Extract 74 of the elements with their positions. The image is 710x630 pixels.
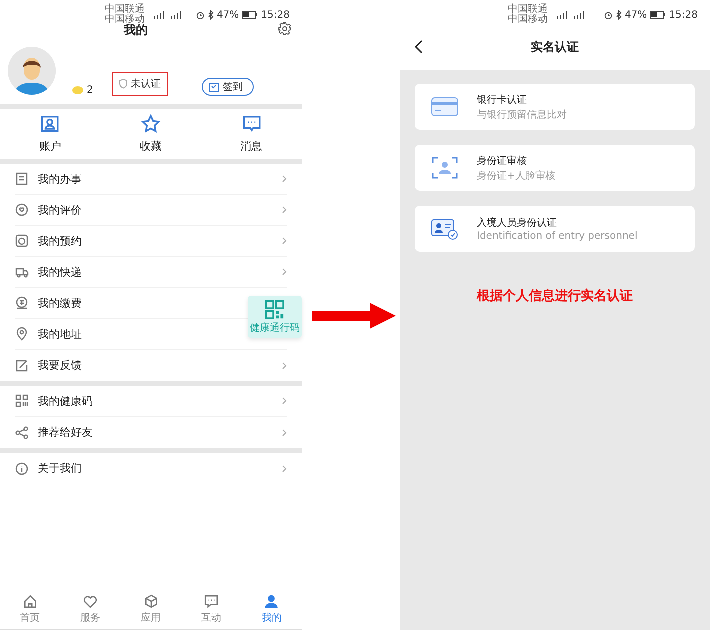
cube-icon [144, 594, 159, 608]
chevron-icon [282, 206, 287, 214]
tab-bar-item[interactable]: 应用 [120, 589, 182, 629]
menu-item[interactable]: 关于我们 [38, 461, 82, 476]
chevron-icon [282, 268, 287, 276]
chevron-icon [282, 428, 287, 436]
bluetooth-icon [208, 10, 214, 20]
page-title: 实名认证 [531, 38, 579, 56]
shortcut-button[interactable]: 消息 [201, 114, 302, 154]
chevron-icon [282, 362, 287, 370]
qr-code-icon [15, 394, 29, 408]
heart-icon [83, 594, 98, 608]
points-count: 2 [87, 85, 94, 96]
chevron-icon [282, 175, 287, 183]
carrier-name: 中国联通 [508, 5, 548, 15]
carrier-name: 中国移动 [105, 15, 145, 25]
bluetooth-icon [616, 10, 622, 20]
tab-bar-item[interactable]: 首页 [0, 589, 60, 629]
tab-bar-item[interactable]: 互动 [181, 589, 242, 629]
battery-percent: 47% [624, 10, 648, 20]
coin-icon [72, 86, 84, 95]
menu-item[interactable]: 我要反馈 [38, 358, 82, 373]
heart-bubble-icon [15, 203, 29, 217]
verification-option[interactable]: 身份证审核 身份证+人脸审核 [415, 145, 695, 191]
star-icon [141, 114, 161, 134]
annotation-text: 根据个人信息进行实名认证 [477, 288, 633, 305]
menu-item[interactable]: 我的预约 [38, 234, 82, 248]
shortcut-button[interactable]: 收藏 [100, 114, 202, 154]
carrier-name: 中国联通 [105, 5, 145, 15]
menu-item[interactable]: 我的快递 [38, 264, 82, 280]
shield-icon [119, 79, 128, 89]
home-icon [22, 594, 38, 608]
location-icon [15, 327, 29, 341]
menu-item[interactable]: 我的评价 [38, 202, 82, 218]
battery-percent: 47% [216, 10, 240, 20]
tab-bar-item[interactable]: 我的 [242, 589, 302, 629]
settings-icon[interactable] [278, 22, 292, 36]
verification-option[interactable]: 入境人员身份认证 Identification of entry personnel [415, 206, 695, 252]
chevron-icon [282, 464, 287, 472]
person-icon [264, 594, 280, 608]
chat-icon [204, 594, 219, 608]
menu-item[interactable]: 我的地址 [38, 326, 82, 342]
menu-item[interactable]: 推荐给好友 [38, 425, 93, 440]
calendar-icon [209, 82, 219, 92]
menu-item[interactable]: 我的办事 [38, 172, 82, 186]
shortcut-button[interactable]: 账户 [0, 114, 101, 154]
chevron-icon [282, 237, 287, 245]
battery-icon [650, 11, 666, 19]
status-time: 15:28 [261, 10, 290, 20]
carrier-name: 中国移动 [508, 15, 548, 25]
clock-icon [15, 234, 29, 248]
battery-icon [242, 11, 258, 19]
verification-option[interactable]: 银行卡认证 与银行预留信息比对 [415, 84, 695, 130]
coin-icon [15, 296, 29, 310]
account-icon [40, 114, 60, 134]
qr-code-icon [265, 300, 285, 320]
menu-item[interactable]: 我的缴费 [38, 296, 82, 310]
status-time: 15:28 [669, 10, 698, 20]
menu-item[interactable]: 我的健康码 [38, 394, 93, 408]
share-icon [15, 426, 29, 440]
verification-badge[interactable]: 未认证 [112, 72, 168, 96]
tab-bar-item[interactable]: 服务 [60, 589, 121, 629]
document-icon [15, 172, 29, 186]
arrow-icon [312, 303, 396, 329]
page-title: 我的 [124, 22, 148, 38]
alarm-icon [196, 10, 205, 20]
back-icon[interactable] [414, 40, 424, 54]
check-in-button[interactable]: 签到 [202, 78, 254, 96]
face-scan-icon [431, 155, 459, 181]
message-icon [242, 114, 262, 134]
edit-icon [15, 358, 29, 372]
chevron-icon [282, 397, 287, 405]
alarm-icon [604, 10, 613, 20]
info-icon [15, 462, 29, 476]
